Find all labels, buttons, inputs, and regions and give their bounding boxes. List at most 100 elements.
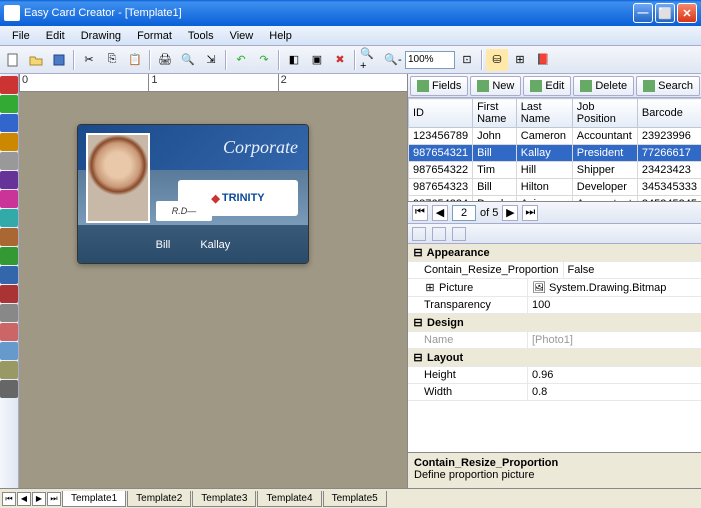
template-tabs: ⏮ ◀ ▶ ⏭ Template1Template2Template3Templ… xyxy=(0,488,701,508)
paste-icon[interactable]: 📋 xyxy=(124,49,146,71)
open-icon[interactable] xyxy=(25,49,47,71)
tab-last-icon[interactable]: ⏭ xyxy=(47,492,61,506)
column-header[interactable]: Last Name xyxy=(516,99,572,128)
template-tab[interactable]: Template5 xyxy=(323,491,387,507)
property-description: Contain_Resize_Proportion Define proport… xyxy=(408,452,701,488)
align-left-icon[interactable]: ◧ xyxy=(283,49,305,71)
prop-az-icon[interactable] xyxy=(432,227,446,241)
menu-help[interactable]: Help xyxy=(261,28,300,44)
menu-drawing[interactable]: Drawing xyxy=(73,28,129,44)
ruler-horizontal: 012 xyxy=(19,74,407,92)
layer-tool-icon[interactable] xyxy=(0,190,18,208)
group-tool-icon[interactable] xyxy=(0,209,18,227)
prop-row[interactable]: Height0.96 xyxy=(408,367,701,384)
fields-button[interactable]: Fields xyxy=(410,76,468,96)
tab-next-icon[interactable]: ▶ xyxy=(32,492,46,506)
undo-icon[interactable]: ↶ xyxy=(230,49,252,71)
column-header[interactable]: Job Position xyxy=(572,99,637,128)
help-icon[interactable]: 📕 xyxy=(532,49,554,71)
design-canvas[interactable]: Corporate Bill Kallay ◆TRINITY R.D— xyxy=(19,92,407,488)
prop-category[interactable]: ⊟ Layout xyxy=(408,349,701,367)
edit-button[interactable]: Edit xyxy=(523,76,571,96)
tab-prev-icon[interactable]: ◀ xyxy=(17,492,31,506)
table-row[interactable]: 123456789JohnCameronAccountant23923996 xyxy=(409,128,701,145)
print-tool-icon[interactable] xyxy=(0,342,18,360)
image-tool-icon[interactable] xyxy=(0,285,18,303)
prop-row[interactable]: Width0.8 xyxy=(408,384,701,401)
close-button[interactable]: ✕ xyxy=(677,3,697,23)
print-icon[interactable]: 🖨 xyxy=(154,49,176,71)
copy-tool-icon[interactable] xyxy=(0,152,18,170)
db-tool-icon[interactable] xyxy=(0,228,18,246)
copy-icon[interactable]: ⎘ xyxy=(101,49,123,71)
card-signature: R.D— xyxy=(156,201,212,221)
minimize-button[interactable]: — xyxy=(633,3,653,23)
id-card[interactable]: Corporate Bill Kallay ◆TRINITY R.D— xyxy=(77,124,309,264)
prop-category[interactable]: ⊟ Design xyxy=(408,314,701,332)
template-tab[interactable]: Template4 xyxy=(257,491,321,507)
prop-row[interactable]: Transparency100 xyxy=(408,297,701,314)
save-tool-icon[interactable] xyxy=(0,114,18,132)
save-icon[interactable] xyxy=(48,49,70,71)
user-tool-icon[interactable] xyxy=(0,323,18,341)
new-button[interactable]: New xyxy=(470,76,521,96)
column-header[interactable]: First Name xyxy=(473,99,517,128)
open-tool-icon[interactable] xyxy=(0,95,18,113)
record-icon[interactable]: ⊞ xyxy=(509,49,531,71)
pager-page-input[interactable] xyxy=(452,205,476,221)
template-tab[interactable]: Template3 xyxy=(192,491,256,507)
prop-cat-icon[interactable] xyxy=(412,227,426,241)
maximize-button[interactable]: ⬜ xyxy=(655,3,675,23)
table-row[interactable]: 987654323BillHiltonDeveloper345345333 xyxy=(409,179,701,196)
menu-tools[interactable]: Tools xyxy=(180,28,222,44)
export-tool-icon[interactable] xyxy=(0,361,18,379)
pager-last-icon[interactable]: ⏭ xyxy=(522,205,538,221)
tab-first-icon[interactable]: ⏮ xyxy=(2,492,16,506)
preview-icon[interactable]: 🔍 xyxy=(177,49,199,71)
redo-icon[interactable]: ↷ xyxy=(253,49,275,71)
cut-tool-icon[interactable] xyxy=(0,133,18,151)
template-tab[interactable]: Template1 xyxy=(62,491,126,507)
menu-file[interactable]: File xyxy=(4,28,38,44)
pager-first-icon[interactable]: ⏮ xyxy=(412,205,428,221)
card-photo[interactable] xyxy=(86,133,150,223)
paste-tool-icon[interactable] xyxy=(0,171,18,189)
record-pager: ⏮ ◀ of 5 ▶ ⏭ xyxy=(408,202,701,224)
window-title: Easy Card Creator - [Template1] xyxy=(24,7,182,19)
table-row[interactable]: 987654322TimHillShipper23423423 xyxy=(409,162,701,179)
db-icon[interactable]: ⛁ xyxy=(486,49,508,71)
zoom-input[interactable] xyxy=(405,51,455,69)
zoom-in-icon[interactable]: 🔍+ xyxy=(359,49,381,71)
template-tab[interactable]: Template2 xyxy=(127,491,191,507)
records-grid[interactable]: IDFirst NameLast NameJob PositionBarcode… xyxy=(408,98,701,202)
prop-page-icon[interactable] xyxy=(452,227,466,241)
delete-button[interactable]: Delete xyxy=(573,76,634,96)
lock-tool-icon[interactable] xyxy=(0,380,18,398)
new-tool-icon[interactable] xyxy=(0,76,18,94)
menu-view[interactable]: View xyxy=(222,28,262,44)
zoom-fit-icon[interactable]: ⊡ xyxy=(456,49,478,71)
zoom-out-icon[interactable]: 🔍- xyxy=(382,49,404,71)
prop-row[interactable]: ⊞ Picture🖼 System.Drawing.Bitmap xyxy=(408,279,701,297)
cut-icon[interactable]: ✂ xyxy=(78,49,100,71)
column-header[interactable]: ID xyxy=(409,99,473,128)
card-first-name: Bill xyxy=(156,239,171,251)
text-tool-icon[interactable] xyxy=(0,247,18,265)
menu-format[interactable]: Format xyxy=(129,28,180,44)
prop-row[interactable]: Name[Photo1] xyxy=(408,332,701,349)
select-tool-icon[interactable] xyxy=(0,304,18,322)
new-icon[interactable] xyxy=(2,49,24,71)
column-header[interactable]: Barcode xyxy=(637,99,701,128)
export-icon[interactable]: ⇲ xyxy=(200,49,222,71)
property-grid[interactable]: ⊟ AppearanceContain_Resize_ProportionFal… xyxy=(408,244,701,452)
prop-row[interactable]: Contain_Resize_ProportionFalse xyxy=(408,262,701,279)
prop-category[interactable]: ⊟ Appearance xyxy=(408,244,701,262)
shape-tool-icon[interactable] xyxy=(0,266,18,284)
search-button[interactable]: Search xyxy=(636,76,700,96)
pager-next-icon[interactable]: ▶ xyxy=(502,205,518,221)
align-center-icon[interactable]: ▣ xyxy=(306,49,328,71)
menu-edit[interactable]: Edit xyxy=(38,28,73,44)
delete-icon[interactable]: ✖ xyxy=(329,49,351,71)
pager-prev-icon[interactable]: ◀ xyxy=(432,205,448,221)
table-row[interactable]: 987654321BillKallayPresident77266617 xyxy=(409,145,701,162)
